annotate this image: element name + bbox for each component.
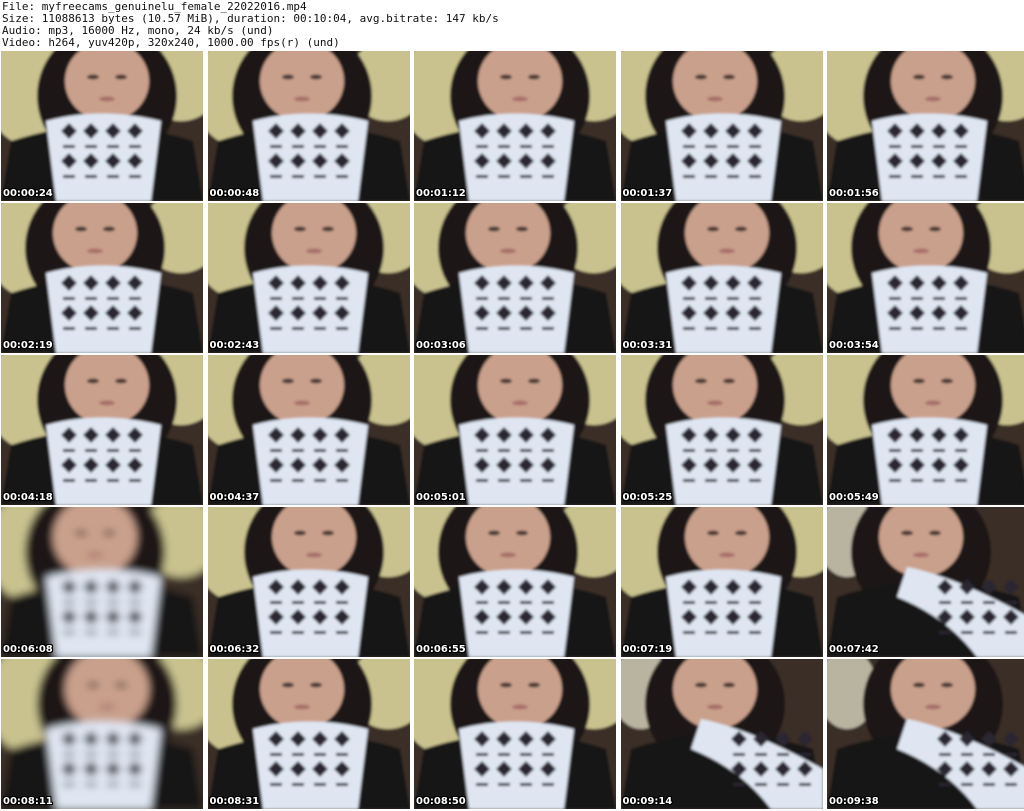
video-thumbnail: 00:07:42 xyxy=(827,507,1024,657)
video-info-line: Video: h264, yuv420p, 320x240, 1000.00 f… xyxy=(2,36,340,49)
video-thumbnail: 00:05:25 xyxy=(620,355,823,505)
thumbnail-frame xyxy=(827,507,1024,657)
thumbnail-timestamp: 00:06:32 xyxy=(209,644,260,655)
thumbnail-timestamp: 00:08:50 xyxy=(416,796,466,807)
video-thumbnail: 00:02:19 xyxy=(1,203,203,353)
thumbnail-timestamp: 00:08:31 xyxy=(209,796,260,807)
video-thumbnail: 00:01:12 xyxy=(414,51,616,201)
thumbnail-timestamp: 00:09:38 xyxy=(829,796,879,807)
thumbnail-timestamp: 00:07:19 xyxy=(622,644,673,655)
video-thumbnail: 00:02:43 xyxy=(207,203,410,353)
thumbnail-frame xyxy=(620,659,823,809)
thumbnail-frame xyxy=(1,203,203,353)
video-thumbnail: 00:08:31 xyxy=(207,659,410,809)
thumbnail-timestamp: 00:01:37 xyxy=(622,188,673,199)
thumbnail-frame xyxy=(414,51,616,201)
thumbnail-frame xyxy=(414,659,616,809)
video-thumbnail: 00:03:06 xyxy=(414,203,616,353)
thumbnail-frame xyxy=(207,355,410,505)
thumbnail-frame xyxy=(207,51,410,201)
video-thumbnail: 00:00:24 xyxy=(1,51,203,201)
thumbnail-timestamp: 00:08:11 xyxy=(3,796,53,807)
thumbnail-frame xyxy=(620,507,823,657)
thumbnail-timestamp: 00:06:55 xyxy=(416,644,466,655)
thumbnail-timestamp: 00:09:14 xyxy=(622,796,673,807)
thumbnail-timestamp: 00:05:49 xyxy=(829,492,879,503)
thumbnail-timestamp: 00:03:31 xyxy=(622,340,673,351)
thumbnail-timestamp: 00:00:48 xyxy=(209,188,260,199)
video-thumbnail: 00:00:48 xyxy=(207,51,410,201)
thumbnail-timestamp: 00:04:37 xyxy=(209,492,260,503)
thumbnail-frame xyxy=(207,203,410,353)
thumbnail-timestamp: 00:06:08 xyxy=(3,644,53,655)
video-thumbnail: 00:08:50 xyxy=(414,659,616,809)
thumbnail-frame xyxy=(207,659,410,809)
thumbnail-frame xyxy=(620,51,823,201)
video-thumbnail: 00:08:11 xyxy=(1,659,203,809)
video-thumbnail: 00:01:56 xyxy=(827,51,1024,201)
video-thumbnail: 00:04:18 xyxy=(1,355,203,505)
thumbnail-frame xyxy=(620,203,823,353)
thumbnail-frame xyxy=(1,51,203,201)
video-thumbnail: 00:03:54 xyxy=(827,203,1024,353)
thumbnail-frame xyxy=(827,355,1024,505)
thumbnail-timestamp: 00:05:25 xyxy=(622,492,673,503)
video-thumbnail: 00:05:49 xyxy=(827,355,1024,505)
video-thumbnail: 00:07:19 xyxy=(620,507,823,657)
thumbnail-timestamp: 00:02:19 xyxy=(3,340,53,351)
thumbnail-grid: 00:00:24 00:00:48 00:01:12 00:01:37 00:01:56… xyxy=(0,51,1024,811)
video-thumbnail: 00:06:55 xyxy=(414,507,616,657)
thumbnail-frame xyxy=(414,203,616,353)
video-thumbnail: 00:06:32 xyxy=(207,507,410,657)
thumbnail-frame xyxy=(1,355,203,505)
video-thumbnail: 00:04:37 xyxy=(207,355,410,505)
thumbnail-timestamp: 00:05:01 xyxy=(416,492,466,503)
thumbnail-frame xyxy=(620,355,823,505)
video-thumbnail: 00:09:14 xyxy=(620,659,823,809)
thumbnail-timestamp: 00:03:06 xyxy=(416,340,466,351)
thumbnail-frame xyxy=(827,51,1024,201)
thumbnail-timestamp: 00:01:56 xyxy=(829,188,879,199)
thumbnail-frame xyxy=(827,203,1024,353)
thumbnail-timestamp: 00:00:24 xyxy=(3,188,53,199)
thumbnail-frame xyxy=(827,659,1024,809)
thumbnail-timestamp: 00:07:42 xyxy=(829,644,879,655)
video-thumbnail: 00:01:37 xyxy=(620,51,823,201)
video-thumbnail: 00:06:08 xyxy=(1,507,203,657)
thumbnail-timestamp: 00:01:12 xyxy=(416,188,466,199)
video-thumbnail: 00:09:38 xyxy=(827,659,1024,809)
thumbnail-timestamp: 00:04:18 xyxy=(3,492,53,503)
thumbnail-frame xyxy=(1,659,203,809)
thumbnail-timestamp: 00:03:54 xyxy=(829,340,879,351)
thumbnail-frame xyxy=(1,507,203,657)
thumbnail-frame xyxy=(207,507,410,657)
thumbnail-frame xyxy=(414,507,616,657)
thumbnail-frame xyxy=(414,355,616,505)
info-header: File: myfreecams_genuinelu_female_220220… xyxy=(0,0,1024,50)
thumbnail-timestamp: 00:02:43 xyxy=(209,340,260,351)
video-thumbnail: 00:05:01 xyxy=(414,355,616,505)
video-thumbnail: 00:03:31 xyxy=(620,203,823,353)
